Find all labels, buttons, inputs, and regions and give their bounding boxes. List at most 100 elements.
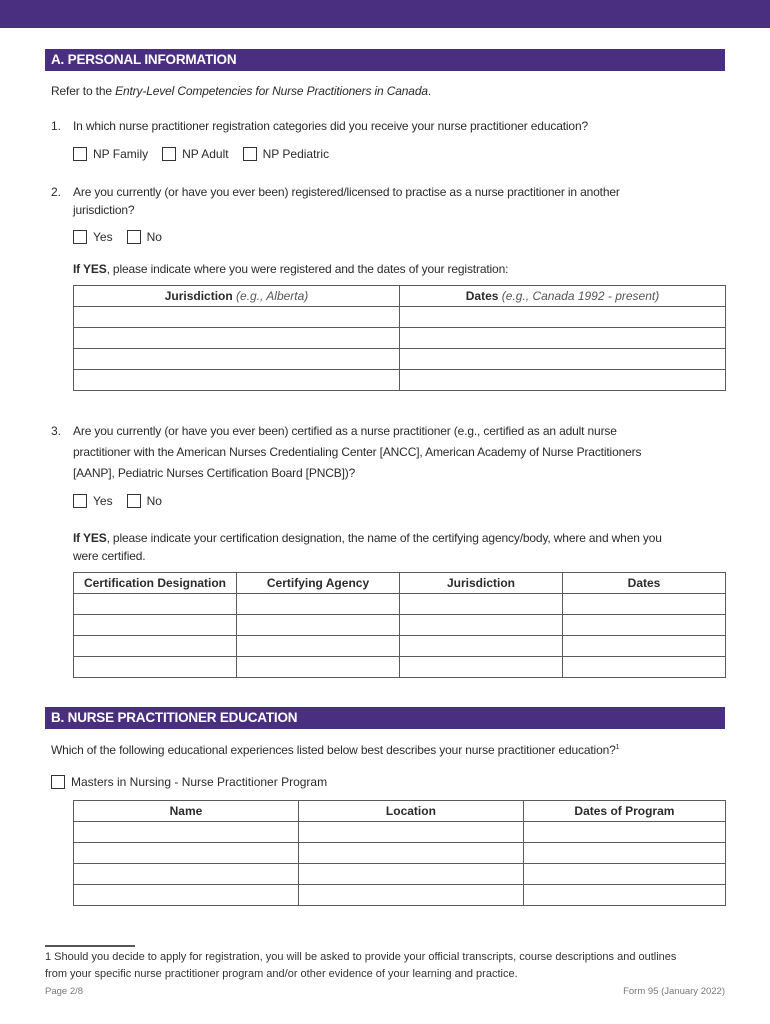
table-header-row: Certification Designation Certifying Age… [73, 572, 726, 594]
program-table: Name Location Dates of Program [73, 800, 727, 906]
checkbox[interactable] [51, 775, 65, 789]
q1-option-np-pediatric[interactable]: NP Pediatric [242, 147, 330, 161]
checkbox[interactable] [73, 230, 87, 244]
q1-option-np-adult[interactable]: NP Adult [162, 147, 229, 161]
q2-text-line2: jurisdiction? [73, 203, 135, 217]
page-number: Page 2/8 [45, 986, 84, 997]
jurisdiction-cell[interactable] [73, 348, 400, 370]
location-cell[interactable] [297, 884, 524, 906]
q2-followup: If YES, please indicate where you were r… [73, 259, 508, 279]
q1-number: 1. [51, 119, 62, 133]
footnote-divider [45, 945, 135, 947]
location-cell[interactable] [297, 863, 524, 885]
option-label: Masters in Nursing - Nurse Practitioner … [71, 775, 328, 789]
dates-cell[interactable] [562, 656, 726, 678]
section-a-intro: Refer to the Entry-Level Competencies fo… [51, 81, 431, 101]
name-cell[interactable] [73, 842, 299, 864]
jurisdiction-cell[interactable] [399, 656, 563, 678]
followup-bold: If YES [73, 262, 107, 276]
q1-options: NP Family NP Adult NP Pediatric [73, 147, 343, 161]
dates-cell[interactable] [399, 369, 726, 391]
jurisdiction-cell[interactable] [399, 614, 563, 636]
section-b-options: Masters in Nursing - Nurse Practitioner … [51, 775, 341, 789]
dates-cell[interactable] [399, 327, 726, 349]
designation-cell[interactable] [73, 656, 237, 678]
name-cell[interactable] [73, 884, 299, 906]
option-label: NP Pediatric [262, 147, 330, 161]
jurisdiction-cell[interactable] [73, 327, 400, 349]
header-example: (e.g., Canada 1992 - present) [498, 289, 660, 303]
option-label: Yes [93, 494, 113, 508]
footnote-reference: 1 [615, 744, 620, 751]
checkbox[interactable] [73, 147, 87, 161]
q1-option-np-family[interactable]: NP Family [73, 147, 148, 161]
followup-bold: If YES [73, 531, 107, 545]
option-masters-np-program[interactable]: Masters in Nursing - Nurse Practitioner … [51, 775, 327, 789]
agency-cell[interactable] [236, 656, 400, 678]
header-bold: Dates [465, 289, 499, 303]
location-cell[interactable] [297, 842, 524, 864]
name-cell[interactable] [73, 821, 299, 843]
registration-table: Jurisdiction (e.g., Alberta) Dates (e.g.… [73, 285, 726, 391]
q3-followup: If YES, please indicate your certificati… [73, 528, 662, 548]
q2-option-yes[interactable]: Yes [73, 230, 113, 244]
jurisdiction-cell[interactable] [73, 369, 400, 391]
q2-options: Yes No [73, 230, 176, 244]
q3-text-line2: practitioner with the American Nurses Cr… [73, 445, 642, 459]
header-location: Location [297, 800, 524, 822]
jurisdiction-cell[interactable] [399, 593, 563, 615]
dates-cell[interactable] [399, 348, 726, 370]
header-certification-designation: Certification Designation [73, 572, 237, 594]
name-cell[interactable] [73, 863, 299, 885]
footnote: 1 Should you decide to apply for registr… [45, 949, 725, 983]
dates-cell[interactable] [562, 635, 726, 657]
checkbox[interactable] [126, 230, 141, 244]
q3-text-line1: Are you currently (or have you ever been… [73, 424, 617, 438]
checkbox[interactable] [162, 147, 177, 161]
location-cell[interactable] [297, 821, 524, 843]
table-row [73, 348, 726, 370]
header-bold: Jurisdiction [164, 289, 233, 303]
designation-cell[interactable] [73, 635, 237, 657]
q2-option-no[interactable]: No [126, 230, 162, 244]
followup-text: , please indicate where you were registe… [106, 262, 509, 276]
table-header-row: Name Location Dates of Program [73, 800, 727, 822]
jurisdiction-cell[interactable] [73, 306, 400, 328]
table-row [73, 656, 726, 678]
section-a-title: A. PERSONAL INFORMATION [51, 52, 237, 67]
table-row [73, 842, 727, 864]
header-name: Name [73, 800, 299, 822]
dates-cell[interactable] [562, 593, 726, 615]
agency-cell[interactable] [236, 614, 400, 636]
jurisdiction-cell[interactable] [399, 635, 563, 657]
table-row [73, 614, 726, 636]
header-dates: Dates (e.g., Canada 1992 - present) [399, 285, 726, 307]
table-row [73, 369, 726, 391]
agency-cell[interactable] [236, 593, 400, 615]
intro-reference-title: Entry-Level Competencies for Nurse Pract… [115, 84, 428, 98]
dates-cell[interactable] [562, 614, 726, 636]
footnote-line2: from your specific nurse practitioner pr… [45, 968, 518, 980]
q3-option-no[interactable]: No [126, 494, 162, 508]
section-b-title: B. NURSE PRACTITIONER EDUCATION [51, 710, 298, 725]
designation-cell[interactable] [73, 614, 237, 636]
designation-cell[interactable] [73, 593, 237, 615]
checkbox[interactable] [73, 494, 87, 508]
option-label: NP Family [93, 147, 149, 161]
checkbox[interactable] [126, 494, 141, 508]
section-b-question: Which of the following educational exper… [51, 738, 620, 760]
q1-text: In which nurse practitioner registration… [73, 119, 588, 133]
followup-text: , please indicate your certification des… [106, 531, 662, 545]
table-row [73, 884, 727, 906]
dates-cell[interactable] [399, 306, 726, 328]
dates-cell[interactable] [522, 863, 727, 885]
header-dates-of-program: Dates of Program [522, 800, 727, 822]
q3-option-yes[interactable]: Yes [73, 494, 113, 508]
checkbox[interactable] [242, 147, 257, 161]
agency-cell[interactable] [236, 635, 400, 657]
dates-cell[interactable] [522, 821, 727, 843]
q2-text-line1: Are you currently (or have you ever been… [73, 185, 620, 199]
dates-cell[interactable] [522, 842, 727, 864]
header-jurisdiction: Jurisdiction [399, 572, 563, 594]
dates-cell[interactable] [522, 884, 727, 906]
